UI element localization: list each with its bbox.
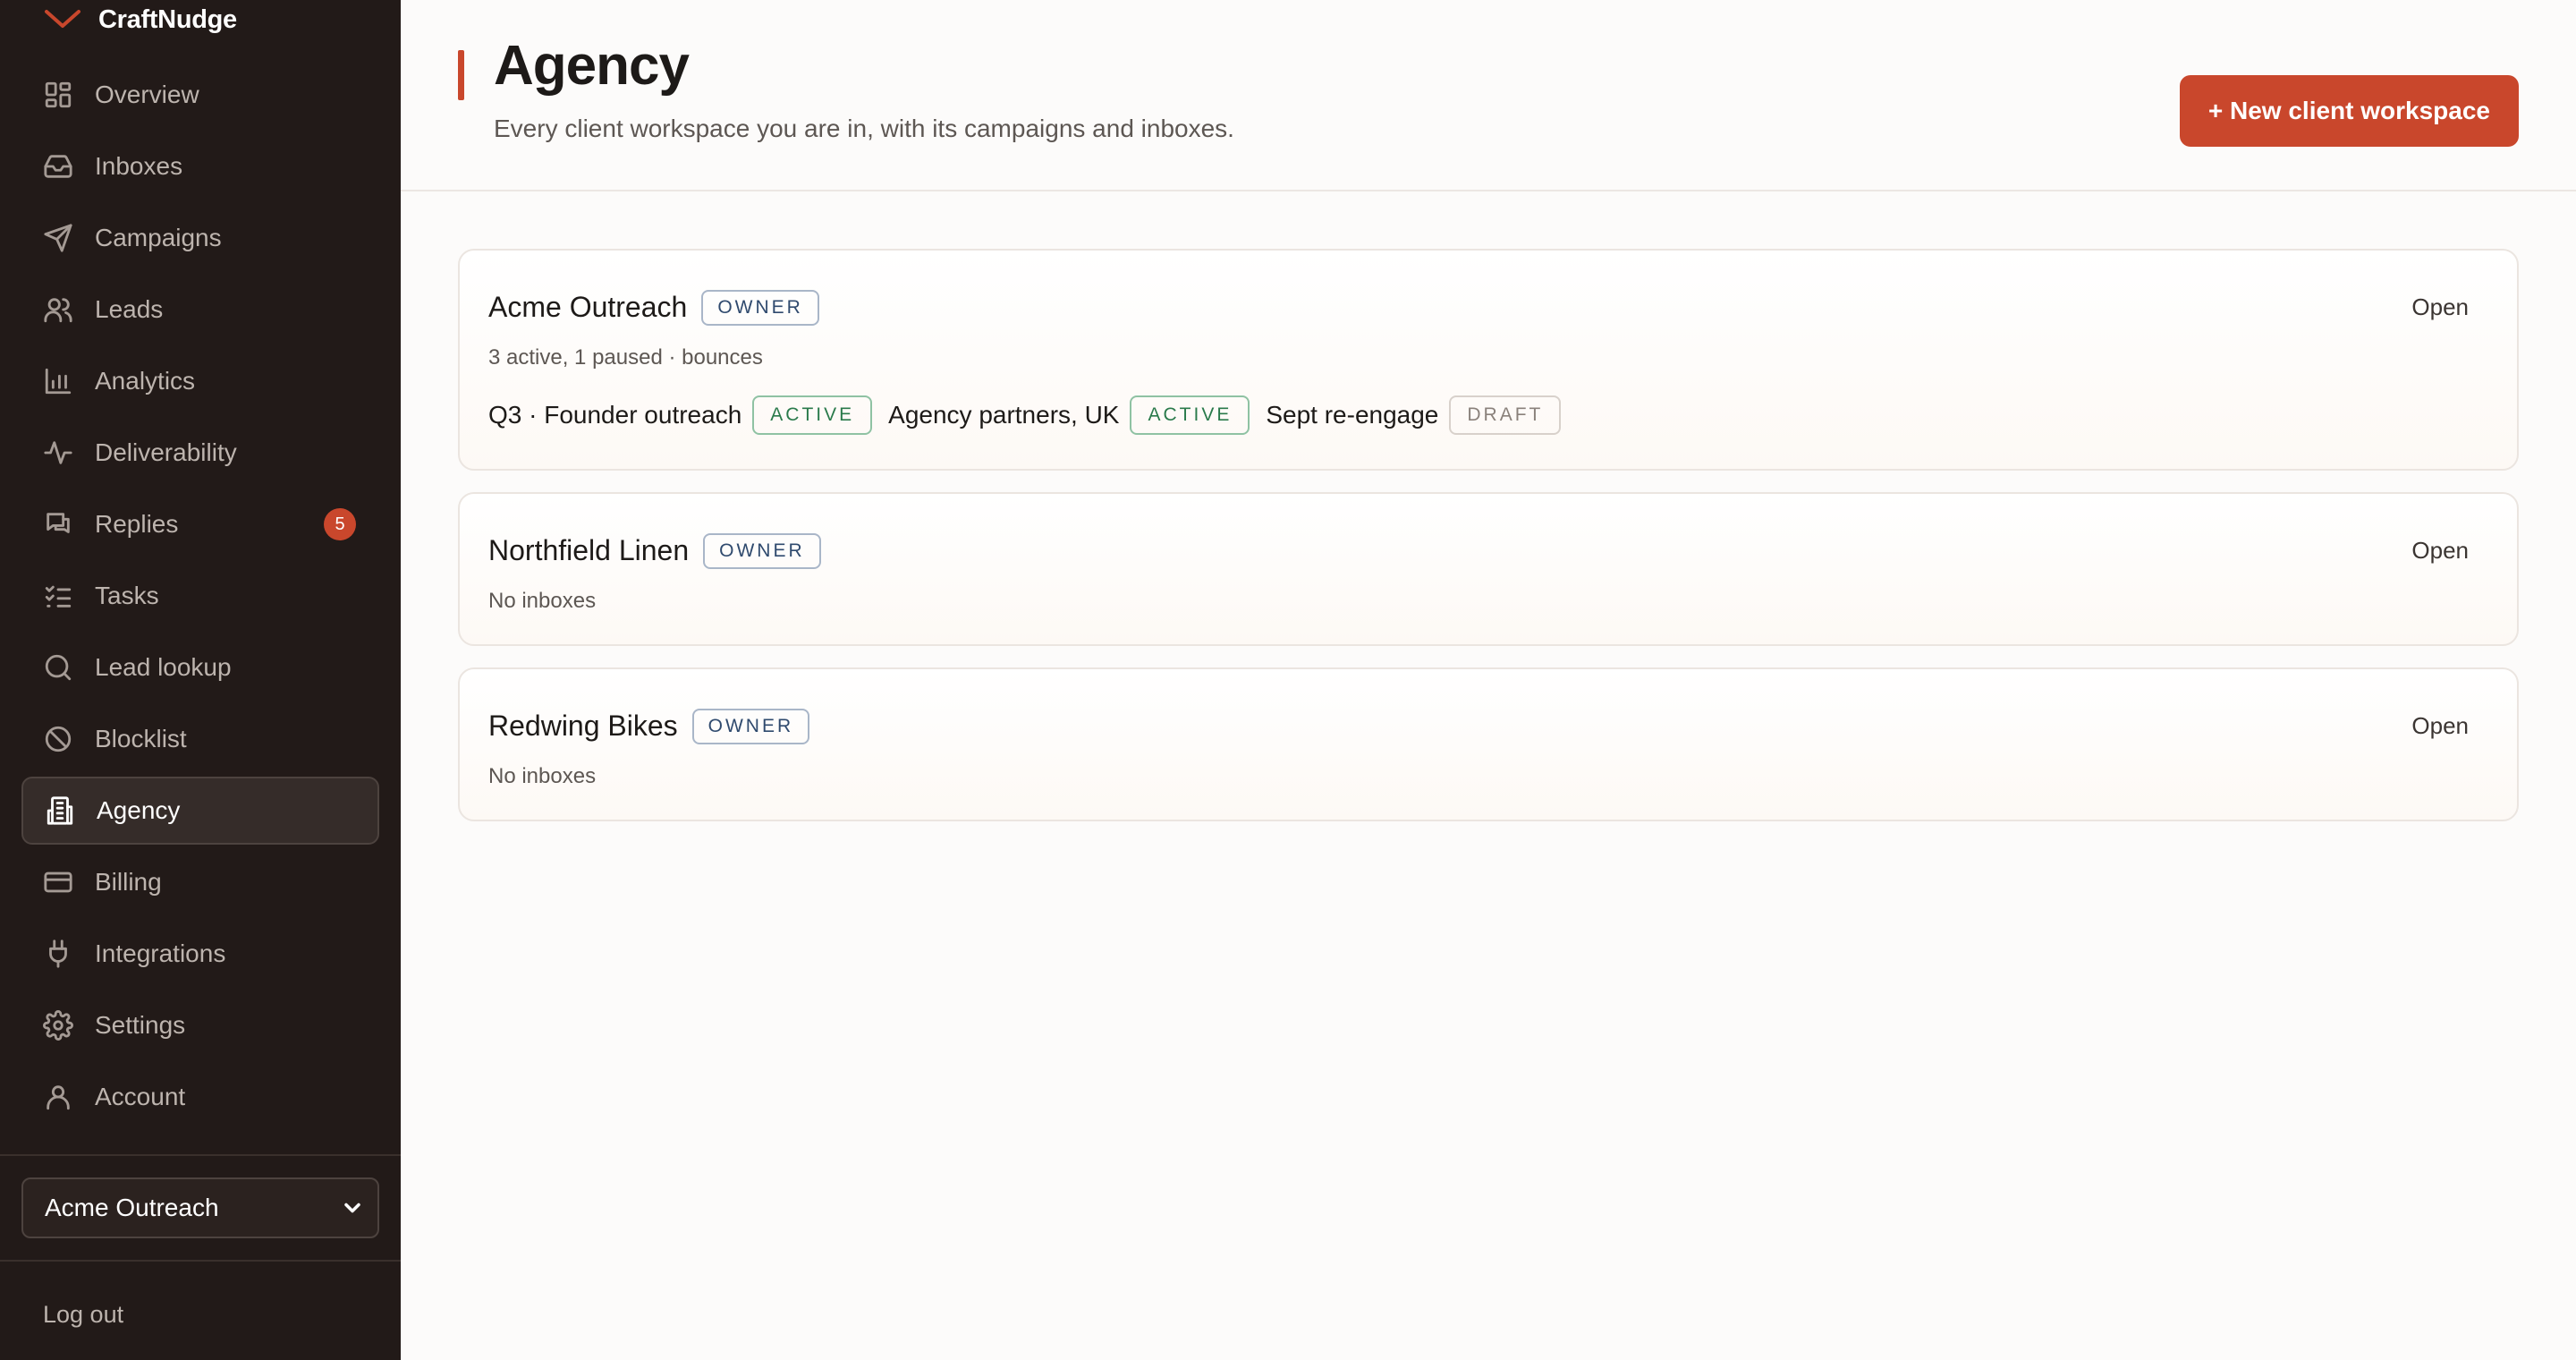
workspace-meta: No inboxes [488,589,597,613]
workspace-name: Northfield Linen [488,534,690,566]
activity-icon [43,438,73,468]
credit-card-icon [43,867,73,897]
sidebar-item-integrations[interactable]: Integrations [21,920,379,988]
workspace-list: Acme Outreach OWNER Open 3 active, 1 paus… [458,249,2519,843]
sidebar-item-replies[interactable]: Replies 5 [21,490,379,558]
brand-name: CraftNudge [98,4,237,34]
page-header: Agency Every client workspace you are in… [401,0,2576,191]
grid-icon [43,80,73,110]
open-workspace-link[interactable]: Open [2411,712,2469,740]
status-badge: ACTIVE [752,395,873,435]
logout-link[interactable]: Log out [43,1301,123,1329]
campaign-list: Q3 · Founder outreach ACTIVE Agency part… [488,395,1577,435]
status-badge: ACTIVE [1130,395,1250,435]
sidebar-item-label: Blocklist [95,725,187,752]
sidebar-item-lead-lookup[interactable]: Lead lookup [21,633,379,701]
unread-badge: 5 [324,508,356,540]
chevron-down-icon [340,1195,365,1220]
sidebar-item-account[interactable]: Account [21,1063,379,1131]
plug-icon [43,939,73,969]
sidebar-nav: Overview Inboxes Campaigns Leads Analyti… [21,61,379,1135]
logo-icon [45,10,80,28]
brand[interactable]: CraftNudge [43,0,237,39]
send-icon [43,223,73,253]
role-badge: OWNER [701,290,819,326]
workspace-name: Redwing Bikes [488,710,678,742]
campaign-name: Sept re-engage [1266,401,1439,429]
campaign-name: Agency partners, UK [888,401,1120,429]
sidebar-item-label: Leads [95,295,164,323]
sidebar-item-leads[interactable]: Leads [21,276,379,344]
search-icon [43,652,73,683]
app-root: CraftNudge Overview Inboxes Campaigns Le… [0,0,2576,1360]
workspace-card: Redwing Bikes OWNER Open No inboxes [458,667,2519,821]
checklist-icon [43,581,73,611]
sidebar-item-deliverability[interactable]: Deliverability [21,419,379,487]
users-icon [43,294,73,325]
campaign-item[interactable]: Q3 · Founder outreach ACTIVE [488,395,873,435]
campaign-name: Q3 · Founder outreach [488,401,742,429]
sidebar-item-label: Account [95,1083,186,1110]
sidebar-item-analytics[interactable]: Analytics [21,347,379,415]
workspace-title: Northfield Linen OWNER [488,533,821,569]
workspace-meta: No inboxes [488,764,597,788]
inbox-icon [43,151,73,182]
workspace-select[interactable]: Acme Outreach [21,1177,379,1238]
sidebar-item-label: Replies [95,510,179,538]
user-icon [43,1082,73,1112]
sidebar: CraftNudge Overview Inboxes Campaigns Le… [0,0,401,1360]
ban-icon [43,724,73,754]
sidebar-item-blocklist[interactable]: Blocklist [21,705,379,773]
workspace-meta: 3 active, 1 paused · bounces [488,345,763,370]
sidebar-item-billing[interactable]: Billing [21,848,379,916]
sidebar-item-settings[interactable]: Settings [21,991,379,1059]
page-subtitle: Every client workspace you are in, with … [494,115,1234,142]
sidebar-divider [0,1260,401,1262]
sidebar-item-label: Inboxes [95,152,183,180]
page-title: Agency [494,35,690,97]
chat-icon [43,509,73,540]
workspace-card: Northfield Linen OWNER Open No inboxes [458,492,2519,646]
workspace-title: Acme Outreach OWNER [488,290,819,326]
role-badge: OWNER [703,533,821,569]
sidebar-item-agency[interactable]: Agency [21,777,379,845]
main-content: Agency Every client workspace you are in… [401,0,2576,1360]
sidebar-item-label: Agency [97,796,181,824]
campaign-item[interactable]: Sept re-engage DRAFT [1266,395,1562,435]
sidebar-item-inboxes[interactable]: Inboxes [21,132,379,200]
sidebar-item-label: Deliverability [95,438,237,466]
sidebar-divider [0,1154,401,1156]
building-icon [45,795,75,826]
title-accent-bar [458,50,464,100]
gear-icon [43,1010,73,1041]
sidebar-item-label: Lead lookup [95,653,232,681]
sidebar-item-label: Billing [95,868,162,896]
workspace-select-value: Acme Outreach [45,1194,219,1221]
workspace-name: Acme Outreach [488,291,688,323]
new-client-workspace-button[interactable]: + New client workspace [2179,75,2519,147]
sidebar-item-label: Overview [95,81,199,108]
status-badge: DRAFT [1449,395,1562,435]
workspace-card: Acme Outreach OWNER Open 3 active, 1 paus… [458,249,2519,471]
sidebar-item-label: Settings [95,1011,186,1039]
bar-chart-icon [43,366,73,396]
campaign-item[interactable]: Agency partners, UK ACTIVE [888,395,1250,435]
sidebar-item-label: Analytics [95,367,196,395]
sidebar-item-label: Tasks [95,582,159,609]
workspace-title: Redwing Bikes OWNER [488,709,810,744]
sidebar-item-overview[interactable]: Overview [21,61,379,129]
role-badge: OWNER [691,709,810,744]
sidebar-item-campaigns[interactable]: Campaigns [21,204,379,272]
sidebar-item-label: Campaigns [95,224,222,251]
sidebar-item-label: Integrations [95,939,226,967]
sidebar-item-tasks[interactable]: Tasks [21,562,379,630]
open-workspace-link[interactable]: Open [2411,293,2469,321]
open-workspace-link[interactable]: Open [2411,537,2469,565]
